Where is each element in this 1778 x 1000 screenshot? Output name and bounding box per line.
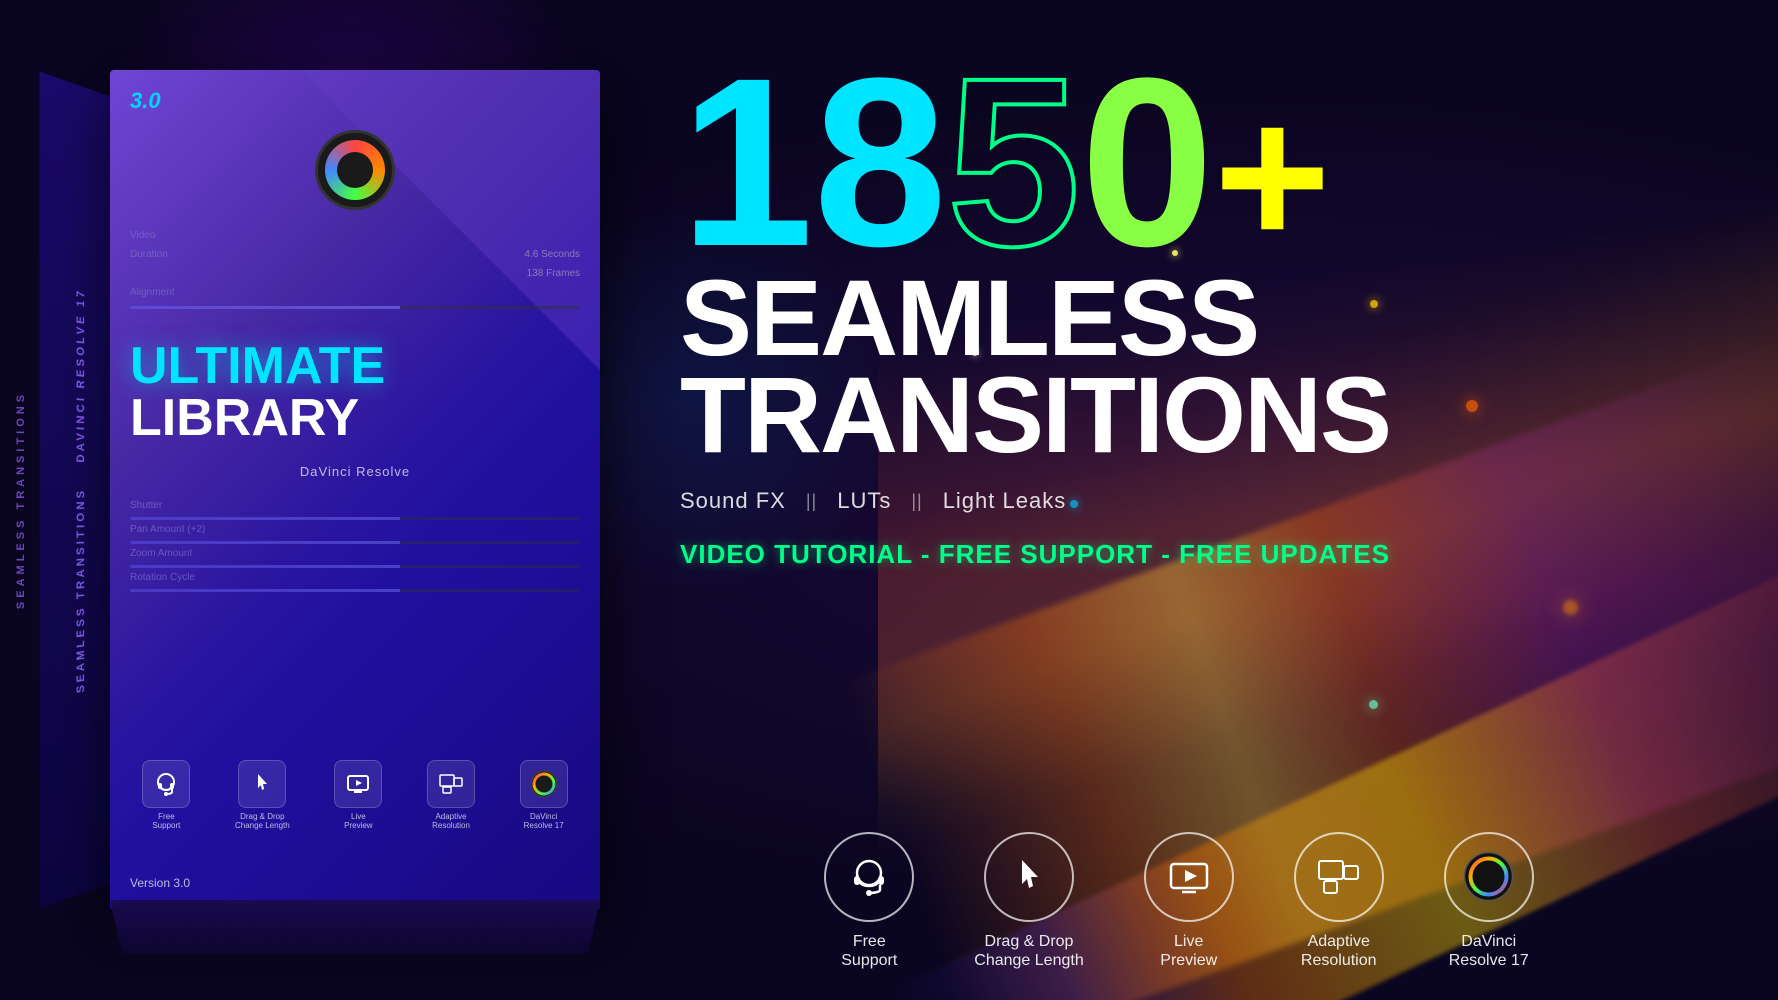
drag-drop-icon-circle xyxy=(984,832,1074,922)
box-icon-davinci: DaVinciResolve 17 xyxy=(520,760,568,830)
hero-number-row: 1 8 5 0 + xyxy=(680,60,1718,264)
box-version-bottom: Version 3.0 xyxy=(130,876,190,890)
tutorial-text: VIDEO TUTORIAL - FREE SUPPORT - FREE UPD… xyxy=(680,539,1390,569)
bottom-icon-adaptive-resolution: AdaptiveResolution xyxy=(1294,832,1384,970)
bottom-icon-davinci: DaVinciResolve 17 xyxy=(1444,832,1534,970)
separator-1: || xyxy=(806,491,817,512)
box-icons-row: FreeSupport Drag & DropChange Length xyxy=(120,760,590,830)
separator-2: || xyxy=(911,491,922,512)
live-preview-label: LivePreview xyxy=(1160,932,1217,970)
product-box: SEAMLESS TRANSITIONS DaVinci Resolve 17 … xyxy=(40,70,620,890)
digit-8: 8 xyxy=(813,60,946,264)
box-ui-params: Video Duration 4.6 Seconds 138 Frames Al… xyxy=(130,230,580,313)
davinci-label: DaVinciResolve 17 xyxy=(1449,932,1529,970)
box-spine: SEAMLESS TRANSITIONS DaVinci Resolve 17 xyxy=(39,71,120,908)
box-logo xyxy=(315,130,395,210)
ui-row-frames: 138 Frames xyxy=(130,268,580,279)
seamless-text: SEAMLESS TRANSITIONS xyxy=(680,269,1718,463)
davinci-icon-circle xyxy=(1444,832,1534,922)
bottom-icons-row: FreeSupport Drag & DropChange Length Liv… xyxy=(620,832,1738,970)
light-leaks-label: Light Leaks xyxy=(943,488,1067,514)
box-subtitle: DaVinci Resolve xyxy=(130,464,580,479)
box-icon-drag-drop: Drag & DropChange Length xyxy=(235,760,290,830)
digit-1: 1 xyxy=(680,60,813,264)
product-box-section: SEAMLESS TRANSITIONS DaVinci Resolve 17 … xyxy=(0,0,660,1000)
box-icon-free-support: FreeSupport xyxy=(142,760,190,830)
box-icon-adaptive-resolution: AdaptiveResolution xyxy=(427,760,475,830)
box-title-library: LIBRARY xyxy=(130,392,580,444)
bottom-icon-drag-drop: Drag & DropChange Length xyxy=(974,832,1083,970)
seamless-line1: SEAMLESS xyxy=(680,269,1718,366)
box-front: 3.0 Video Duration 4.6 Seconds xyxy=(110,70,600,910)
vertical-left-text: SEAMLESS TRANSITIONS xyxy=(15,391,27,609)
sound-fx-label: Sound FX xyxy=(680,488,786,514)
seamless-line2: TRANSITIONS xyxy=(680,366,1718,463)
tutorial-banner: VIDEO TUTORIAL - FREE SUPPORT - FREE UPD… xyxy=(680,539,1718,570)
adaptive-resolution-label: AdaptiveResolution xyxy=(1301,932,1377,970)
logo-color-ring xyxy=(325,140,385,200)
free-support-label: FreeSupport xyxy=(841,932,897,970)
davinci-resolve-logo xyxy=(315,130,395,210)
box-bottom-face xyxy=(110,900,600,954)
box-triangle-decoration xyxy=(300,70,600,370)
ui-row-video: Video xyxy=(130,230,580,241)
free-support-icon-circle xyxy=(824,832,914,922)
box-title-ultimate: ULTIMATE xyxy=(130,340,580,392)
digit-plus: + xyxy=(1214,92,1331,262)
digit-5: 5 xyxy=(947,60,1080,264)
live-preview-icon-circle xyxy=(1144,832,1234,922)
box-ui-bottom-params: Shutter Pan Amount (+2) Zoom Amount Rota… xyxy=(130,500,580,596)
digit-0: 0 xyxy=(1080,60,1213,264)
spine-text: SEAMLESS TRANSITIONS DaVinci Resolve 17 xyxy=(75,287,87,694)
ui-row-alignment: Alignment xyxy=(130,287,580,298)
ui-slider xyxy=(130,306,580,309)
adaptive-resolution-icon-circle xyxy=(1294,832,1384,922)
box-version-number: 3.0 xyxy=(130,88,161,114)
ui-row-duration: Duration 4.6 Seconds xyxy=(130,249,580,260)
luts-label: LUTs xyxy=(837,488,891,514)
logo-center xyxy=(337,152,373,188)
box-title-area: ULTIMATE LIBRARY DaVinci Resolve xyxy=(130,340,580,479)
bottom-icon-free-support: FreeSupport xyxy=(824,832,914,970)
box-icon-live-preview: LivePreview xyxy=(334,760,382,830)
bottom-icon-live-preview: LivePreview xyxy=(1144,832,1234,970)
drag-drop-label: Drag & DropChange Length xyxy=(974,932,1083,970)
sound-fx-row: Sound FX || LUTs || Light Leaks xyxy=(680,488,1718,514)
